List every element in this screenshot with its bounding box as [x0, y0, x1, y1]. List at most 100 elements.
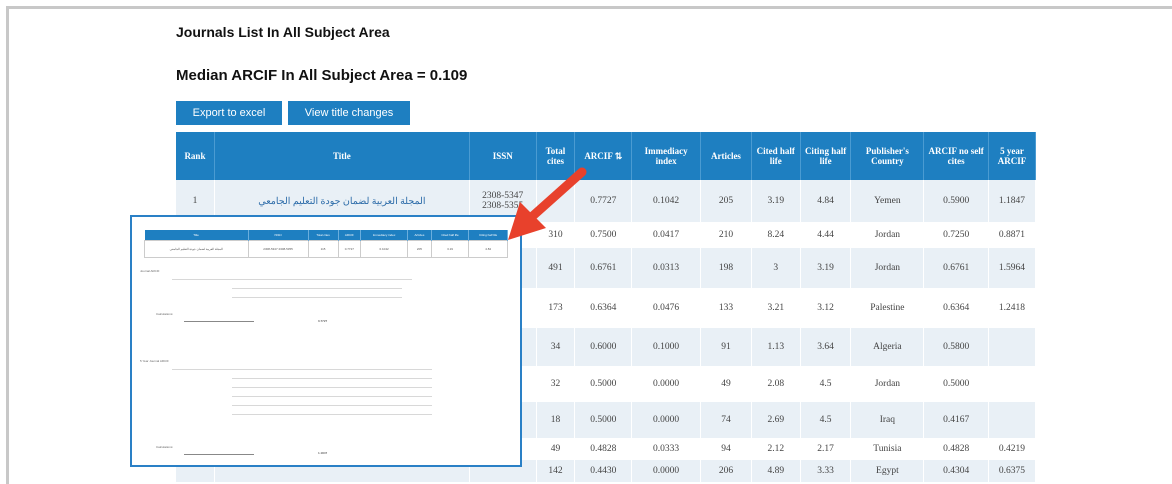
cell-cited: 3: [751, 248, 801, 288]
median-arcif-heading: Median ARCIF In All Subject Area = 0.109: [176, 67, 468, 84]
cell-five: 0.6375: [988, 460, 1037, 482]
cell-noself: 0.5000: [923, 366, 989, 402]
cell-articles: 94: [700, 438, 752, 460]
cell-citing: 3.33: [800, 460, 852, 482]
cell-country: Jordan: [850, 366, 925, 402]
cell-articles: 205: [700, 180, 752, 222]
cell-five: 0.8871: [988, 222, 1037, 248]
cell-arcif: 0.4828: [574, 438, 633, 460]
journal-detail-preview: Title ISSN Total cites ARCIF Immediacy i…: [130, 215, 522, 467]
preview-cell: 205: [407, 240, 432, 258]
cell-cites: 18: [536, 402, 576, 438]
preview-calc-label: Calculations:: [156, 312, 174, 316]
preview-line: [232, 414, 432, 415]
cell-noself: 0.6761: [923, 248, 989, 288]
cell-articles: 74: [700, 402, 752, 438]
cell-five: [988, 366, 1037, 402]
cell-immediacy: 0.0417: [631, 222, 702, 248]
cell-noself: 0.4828: [923, 438, 989, 460]
cell-citing: 4.5: [800, 366, 852, 402]
preview-cell: 0.1042: [360, 240, 409, 258]
col-cited-half-life[interactable]: Cited half life: [751, 132, 801, 180]
preview-cell: 0.7727: [337, 240, 362, 258]
table-header-row: Rank Title ISSN Total cites ARCIF ⇅ Imme…: [176, 132, 1037, 180]
cell-articles: 49: [700, 366, 752, 402]
cell-cited: 3.21: [751, 288, 801, 328]
cell-country: Tunisia: [850, 438, 925, 460]
col-country[interactable]: Publisher's Country: [850, 132, 925, 180]
export-to-excel-button[interactable]: Export to excel: [176, 101, 282, 125]
col-immediacy[interactable]: Immediacy index: [631, 132, 702, 180]
cell-immediacy: 0.0000: [631, 402, 702, 438]
cell-cites: 142: [536, 460, 576, 482]
preview-line: [172, 279, 412, 280]
col-title[interactable]: Title: [214, 132, 470, 180]
view-title-changes-button[interactable]: View title changes: [288, 101, 410, 125]
preview-col: ARCIF: [338, 230, 362, 241]
cell-immediacy: 0.0333: [631, 438, 702, 460]
cell-citing: 2.17: [800, 438, 852, 460]
preview-header-row: Title ISSN Total cites ARCIF Immediacy i…: [144, 230, 508, 241]
cell-arcif: 0.5000: [574, 366, 633, 402]
cell-citing: 3.19: [800, 248, 852, 288]
cell-immediacy: 0.0000: [631, 460, 702, 482]
cell-immediacy: 0.1042: [631, 180, 702, 222]
preview-calc-label: Calculations:: [156, 445, 174, 449]
preview-line: [232, 405, 432, 406]
preview-col: Cited half life: [431, 230, 470, 241]
col-arcif-no-self[interactable]: ARCIF no self cites: [923, 132, 989, 180]
preview-col: Title: [144, 230, 249, 241]
preview-section-title: Journal ARCIF: [140, 269, 160, 273]
cell-arcif: 0.6000: [574, 328, 633, 366]
preview-line: [184, 454, 254, 455]
preview-line: [232, 288, 402, 289]
cell-five: [988, 402, 1037, 438]
cell-noself: 0.5900: [923, 180, 989, 222]
cell-arcif: 0.6761: [574, 248, 633, 288]
cell-cites: 34: [536, 328, 576, 366]
preview-line: [184, 321, 254, 322]
cell-articles: 198: [700, 248, 752, 288]
cell-noself: 0.7250: [923, 222, 989, 248]
sort-icon: ⇅: [614, 150, 623, 161]
cell-noself: 0.4304: [923, 460, 989, 482]
col-articles[interactable]: Articles: [700, 132, 752, 180]
cell-arcif: 0.4430: [574, 460, 633, 482]
cell-noself: 0.6364: [923, 288, 989, 328]
cell-country: Jordan: [850, 248, 925, 288]
cell-cited: 1.13: [751, 328, 801, 366]
cell-cites: 491: [536, 248, 576, 288]
cell-country: Jordan: [850, 222, 925, 248]
preview-row: المجلة العربية لضمان جودة التعليم الجامع…: [144, 240, 508, 258]
cell-citing: 3.12: [800, 288, 852, 328]
cell-cited: 2.08: [751, 366, 801, 402]
cell-country: Yemen: [850, 180, 925, 222]
cell-five: [988, 328, 1037, 366]
cell-five: 1.5964: [988, 248, 1037, 288]
cell-country: Iraq: [850, 402, 925, 438]
col-5year-arcif[interactable]: 5 year ARCIF: [988, 132, 1037, 180]
preview-result: 1.1847: [318, 451, 328, 455]
preview-line: [232, 396, 432, 397]
cell-five: 1.1847: [988, 180, 1037, 222]
cell-citing: 3.64: [800, 328, 852, 366]
cell-cited: 2.12: [751, 438, 801, 460]
preview-line: [232, 378, 432, 379]
cell-cites: 49: [536, 438, 576, 460]
col-citing-half-life[interactable]: Citing half life: [800, 132, 852, 180]
cell-cited: 8.24: [751, 222, 801, 248]
col-rank[interactable]: Rank: [176, 132, 215, 180]
cell-noself: 0.4167: [923, 402, 989, 438]
cell-cited: 4.89: [751, 460, 801, 482]
preview-line: [172, 369, 432, 370]
cell-cites: 173: [536, 288, 576, 328]
cell-immediacy: 0.0476: [631, 288, 702, 328]
cell-five: 1.2418: [988, 288, 1037, 328]
cell-five: 0.4219: [988, 438, 1037, 460]
preview-cell: 2308-5347 2308-5355: [247, 240, 309, 258]
cell-country: Egypt: [850, 460, 925, 482]
cell-cited: 2.69: [751, 402, 801, 438]
cell-cites: 32: [536, 366, 576, 402]
cell-country: Palestine: [850, 288, 925, 328]
preview-col: Articles: [407, 230, 432, 241]
